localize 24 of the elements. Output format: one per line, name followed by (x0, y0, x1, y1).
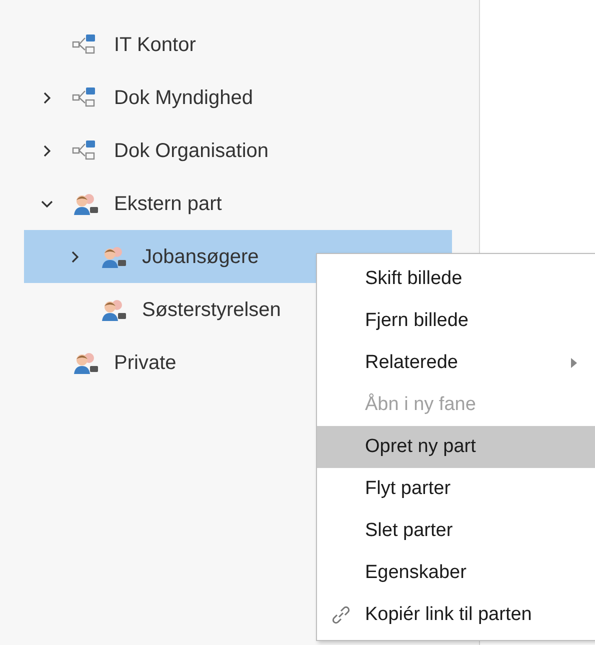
menu-item[interactable]: Relaterede (317, 342, 595, 384)
menu-item[interactable]: Egenskaber (317, 552, 595, 594)
tree-item-label: Dok Myndighed (114, 86, 253, 110)
tree-item[interactable]: Ekstern part (24, 177, 452, 230)
tree-item-label: Jobansøgere (142, 244, 259, 270)
people-icon (72, 352, 100, 374)
menu-item[interactable]: Slet parter (317, 510, 595, 552)
link-icon (331, 605, 351, 625)
tree-item[interactable]: IT Kontor (24, 18, 452, 71)
people-icon (100, 298, 128, 320)
tree-item-label: Dok Organisation (114, 138, 269, 164)
tree-item[interactable]: Dok Myndighed (24, 71, 452, 124)
tree-item[interactable]: Dok Organisation (24, 124, 452, 177)
people-icon (100, 246, 128, 268)
people-icon (72, 192, 100, 214)
tree-item-label: Private (114, 350, 176, 376)
menu-item[interactable]: Fjern billede (317, 300, 595, 342)
menu-item[interactable]: Kopiér link til parten (317, 594, 595, 636)
menu-item[interactable]: Flyt parter (317, 468, 595, 510)
tree-item-label: Ekstern part (114, 192, 222, 216)
tree-item-label: IT Kontor (114, 32, 196, 58)
menu-item[interactable]: Opret ny part (317, 426, 595, 468)
tree-item-label: Søsterstyrelsen (142, 298, 281, 322)
submenu-arrow-icon (570, 358, 578, 368)
